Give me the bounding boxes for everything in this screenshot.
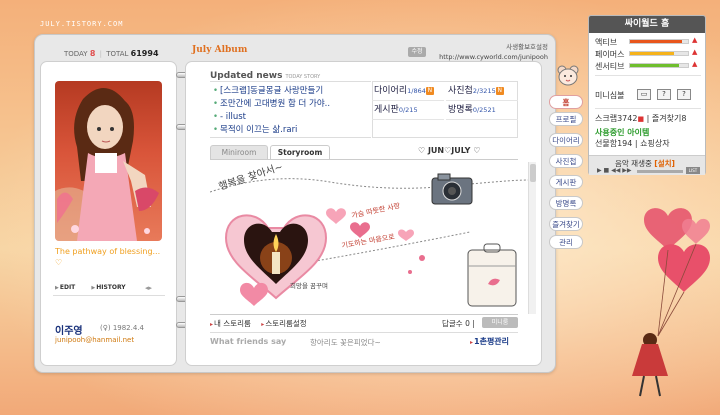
profile-actions: ▶EDIT ▶HISTORY ◂▸ xyxy=(55,284,163,292)
active-meter: 액티브 ▲ xyxy=(595,36,698,47)
privacy-setting-link[interactable]: 사생활보호설정 xyxy=(428,42,548,52)
tab-storyroom[interactable]: Storyroom xyxy=(270,145,330,159)
friends-title: What friends say xyxy=(210,337,287,346)
storyroom-canvas: 행복을 찾아서~ 가슴 따뜻한 사랑 기도하는 마음으로 희망을 꿈꾸며 xyxy=(210,162,528,314)
side-menu-admin[interactable]: 관리 xyxy=(549,235,583,249)
storyroom-links: ▸내 스토리룸 ▸스토리룸설정 xyxy=(210,318,315,329)
stat-diary[interactable]: 다이어리1/864 N xyxy=(372,82,444,101)
tab-miniroom[interactable]: Miniroom xyxy=(210,145,268,159)
side-menu-profile[interactable]: 프로필 xyxy=(549,112,583,126)
new-badge: N xyxy=(495,87,504,95)
tab-divider xyxy=(210,159,518,160)
stat-board[interactable]: 게시판0/215 xyxy=(372,101,444,120)
news-item[interactable]: [스크랩]동글몽글 사랑만들기 xyxy=(213,85,373,98)
updated-news-title: Updated news TODAY STORY xyxy=(210,71,321,81)
scrap-favorites-row[interactable]: 스크랩3742■ | 즐겨찾기8 xyxy=(595,113,686,124)
handwriting-1: 행복을 찾아서~ xyxy=(217,162,284,193)
news-item[interactable]: 목적이 이끄는 삶.rari xyxy=(213,124,373,137)
arrow-icon: ▶ xyxy=(91,285,96,291)
handwriting-2: 가슴 따뜻한 사랑 xyxy=(351,201,402,220)
edit-link[interactable]: ▶EDIT xyxy=(55,284,82,291)
camera-illustration xyxy=(431,173,473,205)
profile-image xyxy=(55,81,162,241)
arrow-icon: ▸ xyxy=(210,321,214,328)
story-divider xyxy=(210,314,518,315)
items-in-use-link[interactable]: 사용중인 아이템 xyxy=(595,127,649,138)
owner-email[interactable]: junipooh@hanmail.net xyxy=(55,336,134,344)
my-storyroom-link[interactable]: ▸내 스토리룸 xyxy=(210,319,255,328)
history-link[interactable]: ▶HISTORY xyxy=(91,284,132,291)
music-install-link[interactable]: [설치] xyxy=(654,159,675,168)
stat-guestbook[interactable]: 방명록0/2521 xyxy=(446,101,518,120)
owner-meta: (♀) 1982.4.4 xyxy=(100,324,144,332)
storyroom-title: ♡ JUN♡JULY ♡ xyxy=(418,146,481,155)
edit-title-button[interactable]: 수정 xyxy=(408,47,426,57)
gift-shop-row[interactable]: 선물함194 | 쇼핑상자 xyxy=(595,138,670,149)
side-menu-favorites[interactable]: 즐겨찾기 xyxy=(549,217,583,231)
playlist-button[interactable]: LIST xyxy=(686,167,700,174)
visit-counter: TODAY 8 | TOTAL 61994 xyxy=(64,49,159,58)
ilchon-manage-link[interactable]: 1촌평관리 xyxy=(470,336,509,347)
arrow-icon: ▸ xyxy=(261,321,265,328)
up-arrow-icon: ▲ xyxy=(692,48,698,56)
volume-slider[interactable] xyxy=(637,170,683,173)
miniroom-button[interactable]: 미니룸 xyxy=(482,317,518,328)
profile-caption: The pathway of blessing... ♡ xyxy=(55,247,161,267)
cyworld-panel: 싸이월드 홈 액티브 ▲ 페이머스 ▲ 센서티브 ▲ 미니심볼 ▭ ? ? 스크… xyxy=(588,15,706,175)
side-menu-guestbook[interactable]: 방명록 xyxy=(549,196,583,210)
cyworld-home-link[interactable]: 싸이월드 홈 xyxy=(589,16,705,33)
news-list: [스크랩]동글몽글 사랑만들기 조만간에 고대병원 함 더 가야.. - ill… xyxy=(213,85,373,137)
arrow-icon: ▶ xyxy=(55,285,59,291)
news-item[interactable]: - illust xyxy=(213,111,373,124)
toggle-icon[interactable]: ◂▸ xyxy=(145,284,152,292)
question-icon[interactable]: ? xyxy=(677,89,691,100)
question-icon[interactable]: ? xyxy=(657,89,671,100)
famous-meter: 페이머스 ▲ xyxy=(595,48,698,59)
new-badge: ■ xyxy=(637,115,645,123)
homepage-links: 사생활보호설정 http://www.cyworld.com/junipooh xyxy=(428,42,548,62)
mini-symbol-label: 미니심볼 xyxy=(595,91,625,100)
reply-count: 답글수 0 | xyxy=(442,319,475,328)
portrait-illustration xyxy=(55,87,159,241)
news-item[interactable]: 조만간에 고대병원 함 더 가야.. xyxy=(213,98,373,111)
new-badge: N xyxy=(425,87,434,95)
bear-icon xyxy=(557,65,579,86)
side-menu-diary[interactable]: 다이어리 xyxy=(549,133,583,147)
album-title: July Album xyxy=(192,45,248,55)
side-menu-photo[interactable]: 사진첩 xyxy=(549,154,583,168)
up-arrow-icon: ▲ xyxy=(692,36,698,44)
handwriting-3: 기도하는 마음으로 xyxy=(341,232,396,250)
profile-divider xyxy=(53,295,165,296)
music-controls[interactable]: ▶ ■ ◀◀ ▶▶ xyxy=(597,167,631,174)
up-arrow-icon: ▲ xyxy=(692,60,698,68)
suitcase-illustration xyxy=(467,243,517,307)
music-player: 음악 재생중 [설치] ▶ ■ ◀◀ ▶▶ LIST xyxy=(589,155,705,175)
site-url: JULY.TISTORY.COM xyxy=(40,20,124,28)
sensitive-meter: 센서티브 ▲ xyxy=(595,60,698,71)
stat-photo[interactable]: 사진첩2/3215 N xyxy=(446,82,518,101)
side-menu-home[interactable]: 홈 xyxy=(549,95,583,109)
friends-divider xyxy=(210,332,518,333)
storyroom-scrollbar[interactable] xyxy=(528,162,536,314)
storyroom-setting-link[interactable]: ▸스토리룸설정 xyxy=(261,319,310,328)
friends-comment: 항아리도 꽃은피었다~ xyxy=(310,338,381,347)
storyroom-collage: 행복을 찾아서~ 가슴 따뜻한 사랑 기도하는 마음으로 희망을 꿈꾸며 xyxy=(210,162,528,307)
owner-name: 이주영 xyxy=(55,326,83,337)
tv-icon[interactable]: ▭ xyxy=(637,89,651,100)
side-menu-board[interactable]: 게시판 xyxy=(549,175,583,189)
handwriting-4: 희망을 꿈꾸며 xyxy=(290,281,328,290)
homepage-url[interactable]: http://www.cyworld.com/junipooh xyxy=(428,52,548,62)
balloon-girl-illustration xyxy=(632,208,710,397)
